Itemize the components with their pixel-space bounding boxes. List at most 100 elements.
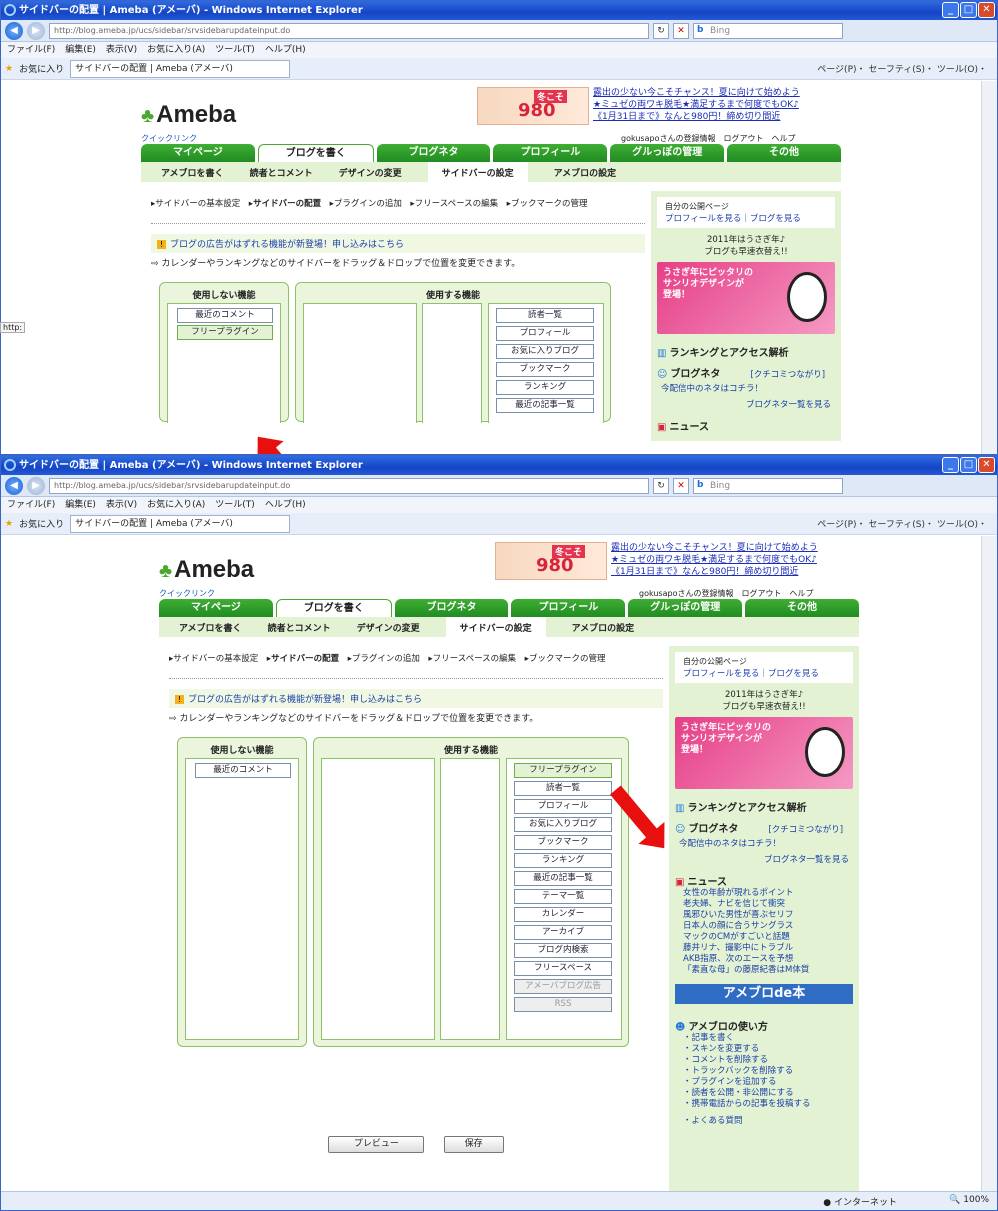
subnav-settings[interactable]: アメブロの設定 — [572, 621, 635, 634]
howto-item[interactable]: ・携帯電話からの記事を投稿する — [683, 1099, 859, 1110]
subnav-settings[interactable]: アメブロの設定 — [554, 166, 617, 179]
maximize-button[interactable]: □ — [960, 2, 977, 18]
minimize-button[interactable]: _ — [942, 2, 959, 18]
subnav-design[interactable]: デザインの変更 — [339, 166, 402, 179]
subnav-write[interactable]: アメブロを書く — [161, 166, 224, 179]
ad-notice[interactable]: ! ブログの広告がはずれる機能が新登場！申し込みはこちら — [169, 689, 663, 708]
zoom-level[interactable]: 🔍 100% — [949, 1195, 989, 1205]
widget-recent-posts[interactable]: 最近の記事一覧 — [514, 871, 612, 886]
widget-archive[interactable]: アーカイブ — [514, 925, 612, 940]
menu-edit[interactable]: 編集(E) — [65, 497, 96, 513]
menu-file[interactable]: ファイル(F) — [7, 42, 55, 58]
menu-file[interactable]: ファイル(F) — [7, 497, 55, 513]
subnav-readers[interactable]: 読者とコメント — [250, 166, 313, 179]
subnav-write[interactable]: アメブロを書く — [179, 621, 242, 634]
menu-edit[interactable]: 編集(E) — [65, 42, 96, 58]
widget-favorite-blogs[interactable]: お気に入りブログ — [514, 817, 612, 832]
used-column-2[interactable] — [422, 303, 482, 423]
tab-other[interactable]: その他 — [727, 144, 841, 162]
save-button[interactable]: 保存 — [443, 1136, 504, 1153]
back-icon[interactable]: ◀ — [5, 21, 23, 40]
ad-banner[interactable]: 冬こそ 980 — [477, 87, 589, 125]
ranking-link[interactable]: ▥ ランキングとアクセス解析 — [669, 793, 859, 814]
used-column-1[interactable] — [303, 303, 417, 423]
address-field[interactable]: http://blog.ameba.jp/ucs/sidebar/srvside… — [49, 22, 649, 39]
tab-blog-neta[interactable]: ブログネタ — [376, 144, 491, 162]
news-item[interactable]: マックのCMがすごいと話題 — [683, 932, 859, 943]
vertical-scrollbar[interactable] — [981, 81, 997, 454]
news-item[interactable]: 日本人の顔に合うサングラス — [683, 921, 859, 932]
tab-group[interactable]: グルっぽの管理 — [610, 144, 725, 162]
subnav-sidebar[interactable]: サイドバーの設定 — [445, 616, 546, 638]
menu-tools[interactable]: ツール(T) — [215, 497, 255, 513]
browser-tab[interactable]: サイドバーの配置 | Ameba (アメーバ) — [70, 59, 291, 78]
howto-item[interactable]: ・記事を書く — [683, 1033, 859, 1044]
news-item[interactable]: AKB指原、次のエースを予想 — [683, 954, 859, 965]
ameba-logo[interactable]: ♣Ameba — [159, 556, 254, 584]
widget-profile[interactable]: プロフィール — [496, 326, 594, 341]
howto-item[interactable]: ・よくある質問 — [683, 1116, 859, 1127]
tab-mypage[interactable]: マイページ — [141, 144, 255, 162]
menu-view[interactable]: 表示(V) — [106, 42, 137, 58]
news-item[interactable]: 老夫婦、ナビを信じて衝突 — [683, 899, 859, 910]
refresh-icon[interactable]: ↻ — [653, 477, 669, 494]
widget-free-space[interactable]: フリースペース — [514, 961, 612, 976]
favorites-button[interactable]: お気に入り — [19, 517, 64, 530]
forward-icon[interactable]: ▶ — [27, 21, 45, 40]
address-field[interactable]: http://blog.ameba.jp/ucs/sidebar/srvside… — [49, 477, 649, 494]
search-input[interactable]: Bing — [693, 22, 843, 39]
tab-write-blog[interactable]: ブログを書く — [257, 144, 374, 162]
ameba-logo[interactable]: ♣Ameba — [141, 101, 236, 129]
command-bar[interactable]: ページ(P)・ セーフティ(S)・ ツール(O)・ — [817, 62, 987, 75]
widget-recent-comments[interactable]: 最近のコメント — [195, 763, 291, 778]
ad-links[interactable]: 露出の少ない今こそチャンス！夏に向けて始めよう ★ミュゼの両ワキ脱毛★満足するまで… — [593, 87, 800, 123]
public-links[interactable]: プロフィールを見る｜ブログを見る — [683, 667, 845, 679]
amebook-banner[interactable]: アメブロde本 — [675, 984, 853, 1004]
tab-profile[interactable]: プロフィール — [493, 144, 608, 162]
public-links[interactable]: プロフィールを見る｜ブログを見る — [665, 212, 827, 224]
menu-tools[interactable]: ツール(T) — [215, 42, 255, 58]
neta-list-link[interactable]: ブログネタ一覧を見る — [651, 396, 841, 412]
howto-item[interactable]: ・スキンを変更する — [683, 1044, 859, 1055]
ad-links[interactable]: 露出の少ない今こそチャンス！夏に向けて始めよう ★ミュゼの両ワキ脱毛★満足するまで… — [611, 542, 818, 578]
menu-favorites[interactable]: お気に入り(A) — [147, 42, 205, 58]
tab-group[interactable]: グルっぽの管理 — [628, 599, 743, 617]
howto-item[interactable]: ・トラックバックを削除する — [683, 1066, 859, 1077]
ad-banner[interactable]: 冬こそ 980 — [495, 542, 607, 580]
widget-ranking[interactable]: ランキング — [496, 380, 594, 395]
browser-tab[interactable]: サイドバーの配置 | Ameba (アメーバ) — [70, 514, 291, 533]
neta-heading[interactable]: ☺ ブログネタ [クチコミつながり] — [669, 814, 859, 835]
back-icon[interactable]: ◀ — [5, 476, 23, 495]
tab-write-blog[interactable]: ブログを書く — [275, 599, 392, 617]
news-item[interactable]: 風邪ひいた男性が喜ぶセリフ — [683, 910, 859, 921]
widget-favorite-blogs[interactable]: お気に入りブログ — [496, 344, 594, 359]
stop-icon[interactable]: ✕ — [673, 477, 689, 494]
preview-button[interactable]: プレビュー — [328, 1136, 425, 1153]
tab-mypage[interactable]: マイページ — [159, 599, 273, 617]
used-column-1[interactable] — [321, 758, 435, 1040]
widget-free-plugin[interactable]: フリープラグイン — [514, 763, 612, 778]
star-icon[interactable]: ★ — [5, 519, 13, 529]
account-links[interactable]: gokusapoさんの登録情報 ログアウト ヘルプ — [621, 133, 795, 144]
subnav-design[interactable]: デザインの変更 — [357, 621, 420, 634]
account-links[interactable]: gokusapoさんの登録情報 ログアウト ヘルプ — [639, 588, 813, 599]
close-button[interactable]: ✕ — [978, 457, 995, 473]
howto-item[interactable]: ・読者を公開・非公開にする — [683, 1088, 859, 1099]
widget-blog-search[interactable]: ブログ内検索 — [514, 943, 612, 958]
vertical-scrollbar[interactable] — [981, 536, 997, 1191]
minimize-button[interactable]: _ — [942, 457, 959, 473]
refresh-icon[interactable]: ↻ — [653, 22, 669, 39]
used-column-2[interactable] — [440, 758, 500, 1040]
widget-bookmarks[interactable]: ブックマーク — [496, 362, 594, 377]
ranking-link[interactable]: ▥ ランキングとアクセス解析 — [651, 338, 841, 359]
sanrio-banner[interactable]: うさぎ年にピッタリの サンリオデザインが 登場！ — [675, 717, 853, 789]
widget-themes[interactable]: テーマ一覧 — [514, 889, 612, 904]
ad-notice[interactable]: ! ブログの広告がはずれる機能が新登場！申し込みはこちら — [151, 234, 645, 253]
widget-ranking[interactable]: ランキング — [514, 853, 612, 868]
subnav-sidebar[interactable]: サイドバーの設定 — [427, 161, 528, 183]
widget-calendar[interactable]: カレンダー — [514, 907, 612, 922]
widget-recent-comments[interactable]: 最近のコメント — [177, 308, 273, 323]
menu-help[interactable]: ヘルプ(H) — [265, 42, 306, 58]
widget-bookmarks[interactable]: ブックマーク — [514, 835, 612, 850]
maximize-button[interactable]: □ — [960, 457, 977, 473]
